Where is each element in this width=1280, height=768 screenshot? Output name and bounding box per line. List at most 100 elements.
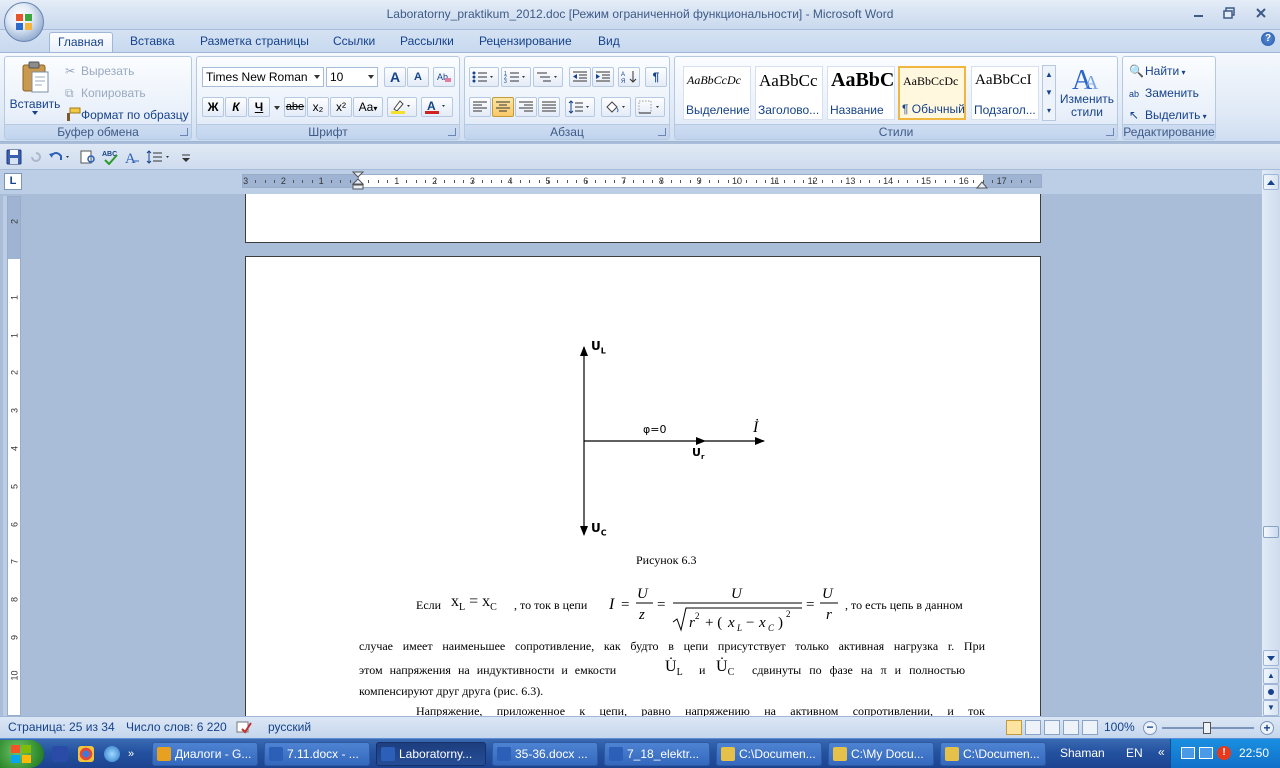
font-name-combo[interactable]: Times New Roman — [202, 67, 324, 87]
scroll-up-button[interactable] — [1263, 174, 1279, 190]
bold-button[interactable]: Ж — [202, 97, 224, 117]
taskbar-item-1[interactable]: Диалоги - G... — [152, 742, 258, 766]
style-emphasis[interactable]: AaBbCcDc Выделение — [683, 66, 751, 120]
cut-button[interactable]: ✂ Вырезать — [65, 61, 134, 81]
superscript-button[interactable]: x² — [330, 97, 352, 117]
indent-marker-icon[interactable] — [352, 171, 364, 191]
close-button[interactable] — [1248, 3, 1274, 23]
repeat-icon[interactable] — [28, 149, 44, 165]
save-icon[interactable] — [6, 149, 22, 165]
clock[interactable]: 22:50 — [1239, 746, 1269, 760]
align-left-button[interactable] — [469, 97, 491, 117]
chevron-up-icon[interactable]: ▲ — [1043, 66, 1055, 84]
zoom-slider-thumb[interactable] — [1203, 722, 1211, 734]
quicklaunch-word-icon[interactable] — [52, 746, 68, 762]
taskbar-item-4[interactable]: 35-36.docx ... — [492, 742, 598, 766]
grow-font-button[interactable]: A — [384, 67, 406, 87]
numbering-button[interactable]: 123 — [501, 67, 531, 87]
style-normal[interactable]: AaBbCcDc ¶ Обычный — [898, 66, 966, 120]
shrink-font-button[interactable]: A — [407, 67, 429, 87]
bullets-button[interactable] — [469, 67, 499, 87]
text-style-icon[interactable]: A — [124, 149, 140, 165]
clipboard-dialog-launcher[interactable] — [180, 128, 188, 136]
full-screen-reading-button[interactable] — [1025, 720, 1041, 735]
subscript-button[interactable]: x₂ — [307, 97, 329, 117]
style-heading[interactable]: AaBbCc Заголово... — [755, 66, 823, 120]
taskbar-item-5[interactable]: 7_18_elektr... — [604, 742, 710, 766]
strikethrough-button[interactable]: abe — [284, 97, 306, 117]
styles-gallery-scroll[interactable]: ▲ ▼ ▾ — [1042, 65, 1056, 121]
alert-icon[interactable]: ! — [1217, 746, 1231, 760]
justify-button[interactable] — [538, 97, 560, 117]
next-page-button[interactable]: ▼ — [1263, 700, 1279, 716]
taskbar-item-2[interactable]: 7.11.docx - ... — [264, 742, 370, 766]
font-color-button[interactable]: A — [421, 97, 453, 117]
taskbar-item-8[interactable]: C:\Documen... — [940, 742, 1046, 766]
align-center-button[interactable] — [492, 97, 514, 117]
tab-view[interactable]: Вид — [590, 32, 628, 52]
find-button[interactable]: 🔍Найти ▾ — [1129, 61, 1186, 81]
tab-insert[interactable]: Вставка — [122, 32, 183, 52]
document-area[interactable]: UL UC φ=0 İ Ur Рисунок 6.3 Если xL = xC … — [22, 194, 1262, 716]
proofing-icon[interactable] — [236, 720, 252, 735]
word-count[interactable]: Число слов: 6 220 — [126, 720, 227, 734]
underline-button[interactable]: Ч — [248, 97, 270, 117]
print-preview-icon[interactable] — [80, 149, 96, 165]
tab-selector[interactable]: L — [4, 173, 22, 190]
tab-review[interactable]: Рецензирование — [471, 32, 580, 52]
multilevel-list-button[interactable] — [533, 67, 563, 87]
taskbar-item-3[interactable]: Laboratorny... — [376, 742, 486, 766]
font-size-combo[interactable]: 10 — [326, 67, 378, 87]
line-spacing-button[interactable] — [565, 97, 595, 117]
tray-expand-icon[interactable]: « — [1158, 745, 1165, 759]
paragraph-spacing-icon[interactable] — [146, 149, 172, 165]
zoom-level[interactable]: 100% — [1104, 720, 1135, 734]
zoom-in-button[interactable]: + — [1260, 721, 1274, 735]
shading-button[interactable] — [601, 97, 631, 117]
spelling-check-icon[interactable]: ABC — [102, 149, 118, 165]
align-right-button[interactable] — [515, 97, 537, 117]
tab-page-layout[interactable]: Разметка страницы — [192, 32, 317, 52]
change-styles-button[interactable]: A A Изменить стили — [1059, 61, 1115, 125]
paste-button[interactable]: Вставить — [9, 59, 61, 123]
print-layout-view-button[interactable] — [1006, 720, 1022, 735]
vertical-ruler[interactable]: 2 1 1 2 3 4 5 6 7 8 9 10 — [3, 196, 21, 716]
highlight-button[interactable] — [387, 97, 417, 117]
vertical-scrollbar[interactable]: ▲ ▼ — [1262, 170, 1280, 716]
style-subtitle[interactable]: AaBbCcI Подзагол... — [971, 66, 1039, 120]
gallery-more-icon[interactable]: ▾ — [1043, 102, 1055, 120]
quicklaunch-more-icon[interactable]: » — [128, 746, 142, 762]
replace-button[interactable]: ab Заменить — [1129, 83, 1199, 103]
language-indicator[interactable]: русский — [268, 720, 311, 734]
borders-button[interactable] — [635, 97, 665, 117]
horizontal-ruler[interactable]: 3211234567891011121314151617 — [242, 171, 1042, 191]
restore-button[interactable] — [1216, 3, 1242, 23]
start-button[interactable] — [0, 740, 44, 768]
scroll-down-button[interactable] — [1263, 650, 1279, 666]
minimize-button[interactable] — [1186, 3, 1212, 23]
change-case-button[interactable]: Aa▾ — [353, 97, 383, 117]
decrease-indent-button[interactable] — [569, 67, 591, 87]
quicklaunch-chrome-icon[interactable] — [78, 746, 94, 762]
previous-page-button[interactable]: ▲ — [1263, 668, 1279, 684]
office-button[interactable] — [4, 2, 44, 42]
clear-formatting-button[interactable]: Ab — [433, 67, 455, 87]
browse-object-button[interactable] — [1263, 684, 1279, 700]
tab-references[interactable]: Ссылки — [325, 32, 383, 52]
undo-icon[interactable] — [48, 149, 72, 165]
customize-toolbar-icon[interactable] — [178, 149, 194, 165]
taskbar-item-7[interactable]: C:\My Docu... — [828, 742, 934, 766]
sort-button[interactable]: AЯ — [618, 67, 640, 87]
zoom-out-button[interactable]: − — [1143, 721, 1157, 735]
scrollbar-thumb[interactable] — [1263, 526, 1279, 538]
select-button[interactable]: ↖ Выделить ▾ — [1129, 105, 1207, 125]
help-icon[interactable]: ? — [1261, 32, 1275, 46]
network-icon[interactable] — [1181, 747, 1195, 759]
quicklaunch-globe-icon[interactable] — [104, 746, 120, 762]
show-marks-button[interactable]: ¶ — [645, 67, 667, 87]
underline-dropdown[interactable] — [271, 97, 281, 117]
current-page[interactable]: UL UC φ=0 İ Ur Рисунок 6.3 Если xL = xC … — [245, 256, 1041, 716]
styles-dialog-launcher[interactable] — [1106, 128, 1114, 136]
input-language[interactable]: EN — [1126, 746, 1143, 760]
style-title[interactable]: AaBbC Название — [827, 66, 895, 120]
